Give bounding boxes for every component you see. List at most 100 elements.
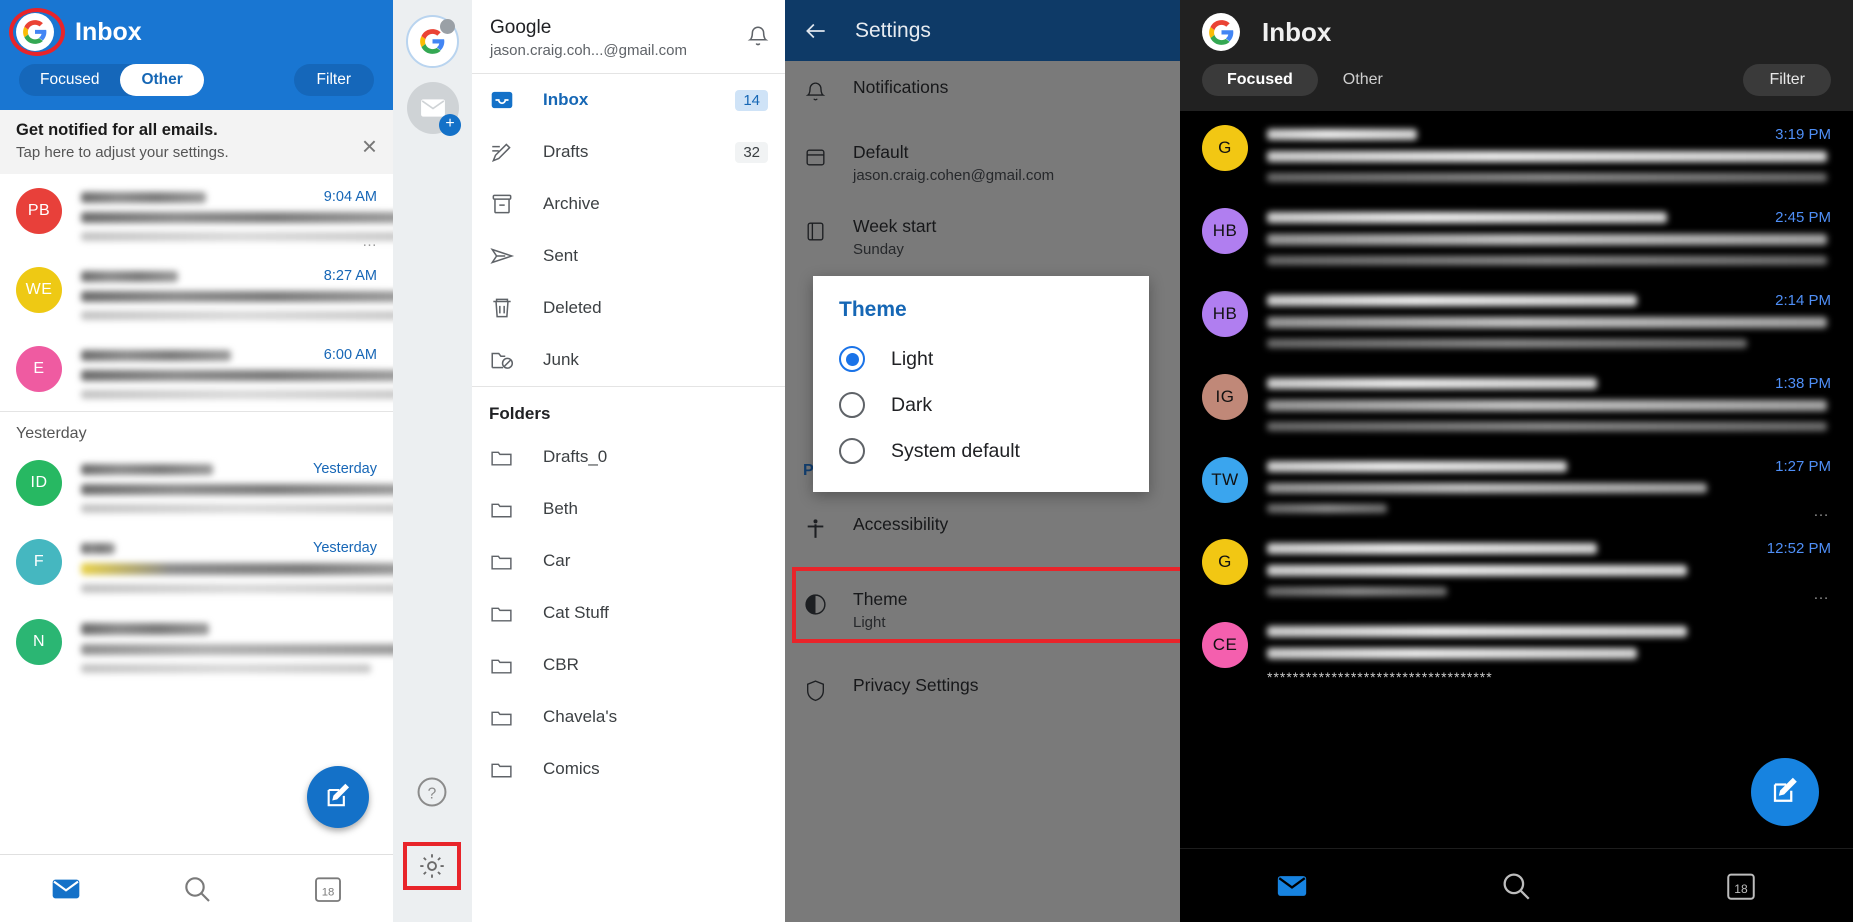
compose-fab[interactable] [307,766,369,828]
tab-other[interactable]: Other [1318,64,1408,96]
nav-search[interactable] [131,855,262,922]
message-row[interactable]: G 3:19 PM [1180,111,1853,194]
message-row[interactable]: WE 8:27 AM [0,253,393,332]
compose-icon [327,783,350,807]
folder-icon [489,497,519,522]
folder-icon [489,601,519,626]
tab-focused[interactable]: Focused [1202,64,1318,96]
theme-option-light[interactable]: Light [813,336,1149,382]
settings-item-privacy[interactable]: Privacy Settings [785,647,1180,724]
message-time: 6:00 AM [323,347,377,363]
message-row[interactable]: F Yesterday [0,525,393,605]
settings-item-title: Week start [853,216,937,236]
nav-calendar[interactable]: 18 [262,855,393,922]
message-row[interactable]: N [0,605,393,685]
page-title: Inbox [1262,16,1332,47]
message-time: 1:27 PM [1775,458,1831,475]
settings-item-title: Notifications [853,77,949,97]
add-account-button[interactable]: + [407,82,461,136]
p4-message-list: G 3:19 PM HB 2:45 PM HB 2:14 PM IG 1:38 … [1180,111,1853,697]
account-avatar-google[interactable] [16,13,54,51]
message-row[interactable]: ID Yesterday [0,446,393,525]
nav-calendar[interactable]: 18 [1629,849,1853,922]
drawer-item-deleted[interactable]: Deleted [472,282,785,334]
avatar: TW [1202,457,1248,503]
p1-appbar: Inbox Focused Other Filter [0,0,393,110]
message-preview [1267,291,1831,348]
help-button[interactable]: ? [415,775,449,809]
message-row[interactable]: G 12:52 PM … [1180,525,1853,608]
message-time: 1:38 PM [1775,375,1831,392]
settings-item-default-account[interactable]: Default jason.craig.cohen@gmail.com [785,126,1180,200]
settings-item-notifications[interactable]: Notifications [785,61,1180,126]
drawer-folder-item[interactable]: Cat Stuff [472,587,785,639]
p1-message-list: PB 9:04 AM … WE 8:27 AM E 6:00 AM Yester… [0,174,393,685]
message-row[interactable]: CE *********************************** [1180,608,1853,697]
drawer-folder-item[interactable]: Drafts_0 [472,431,785,483]
overflow-dots[interactable]: … [1813,586,1829,604]
drawer-folder-item[interactable]: Chavela's [472,691,785,743]
settings-item-accessibility[interactable]: Accessibility [785,484,1180,563]
p4-appbar: Inbox Focused Other Filter [1180,0,1853,111]
accessibility-icon [803,514,835,547]
help-icon: ? [417,777,447,807]
back-arrow-icon[interactable] [803,18,829,44]
message-preview [81,619,393,673]
tab-other[interactable]: Other [120,64,204,96]
nav-search[interactable] [1404,849,1628,922]
radio-button[interactable] [839,346,865,372]
drawer-folder-item[interactable]: Car [472,535,785,587]
nav-mail[interactable] [0,855,131,922]
option-label: System default [891,439,1020,462]
drawer-item-label: Archive [543,194,600,213]
drawer-item-sent[interactable]: Sent [472,230,785,282]
settings-item-subtitle: jason.craig.cohen@gmail.com [853,167,1055,184]
account-avatar-google[interactable] [406,15,459,68]
drawer-item-inbox[interactable]: Inbox 14 [472,74,785,126]
settings-item-week-start[interactable]: Week start Sunday [785,200,1180,274]
drawer-item-label: Drafts [543,142,589,161]
count-badge: 32 [735,141,768,163]
account-avatar-google[interactable] [1202,13,1240,51]
radio-button[interactable] [839,438,865,464]
theme-option-dark[interactable]: Dark [813,382,1149,428]
drawer-folder-item[interactable]: Beth [472,483,785,535]
settings-button-highlight[interactable] [403,842,461,890]
screenshot-stage: Inbox Focused Other Filter Get notified … [0,0,1853,922]
filter-button[interactable]: Filter [293,64,374,96]
drawer-item-junk[interactable]: Junk [472,334,785,386]
message-row[interactable]: E 6:00 AM [0,332,393,411]
drawer-folder-item[interactable]: CBR [472,639,785,691]
calendar-18-icon: 18 [1727,873,1755,900]
drawer-folder-item[interactable]: Comics [472,743,785,795]
sent-icon [489,243,519,269]
p4-filter-bar: Focused Other Filter [1202,64,1831,96]
message-row[interactable]: HB 2:45 PM [1180,194,1853,277]
notifications-button[interactable] [745,24,771,55]
theme-option-system[interactable]: System default [813,428,1149,474]
drawer-item-drafts[interactable]: Drafts 32 [472,126,785,178]
option-label: Dark [891,393,933,416]
drawer-account-header[interactable]: Google jason.craig.coh...@gmail.com [472,0,785,73]
avatar: WE [16,267,62,313]
message-row[interactable]: PB 9:04 AM … [0,174,393,253]
tab-focused[interactable]: Focused [19,64,120,96]
filter-button[interactable]: Filter [1743,64,1831,96]
focus-toggle-group: Focused Other [1202,64,1408,96]
overflow-dots[interactable]: … [1813,503,1829,521]
compose-fab[interactable] [1751,758,1819,826]
notification-banner[interactable]: Get notified for all emails. Tap here to… [0,110,393,174]
radio-button[interactable] [839,392,865,418]
overflow-dots[interactable]: … [362,233,377,250]
settings-item-theme[interactable]: Theme Light [785,563,1180,647]
message-row[interactable]: HB 2:14 PM [1180,277,1853,360]
message-row[interactable]: TW 1:27 PM … [1180,443,1853,525]
mail-icon [52,879,79,898]
folder-icon [489,705,519,730]
message-row[interactable]: IG 1:38 PM [1180,360,1853,443]
settings-item-subtitle: Sunday [853,241,904,258]
close-icon[interactable]: × [362,121,377,159]
drawer-item-archive[interactable]: Archive [472,178,785,230]
dialog-title: Theme [839,298,907,321]
nav-mail[interactable] [1180,849,1404,922]
